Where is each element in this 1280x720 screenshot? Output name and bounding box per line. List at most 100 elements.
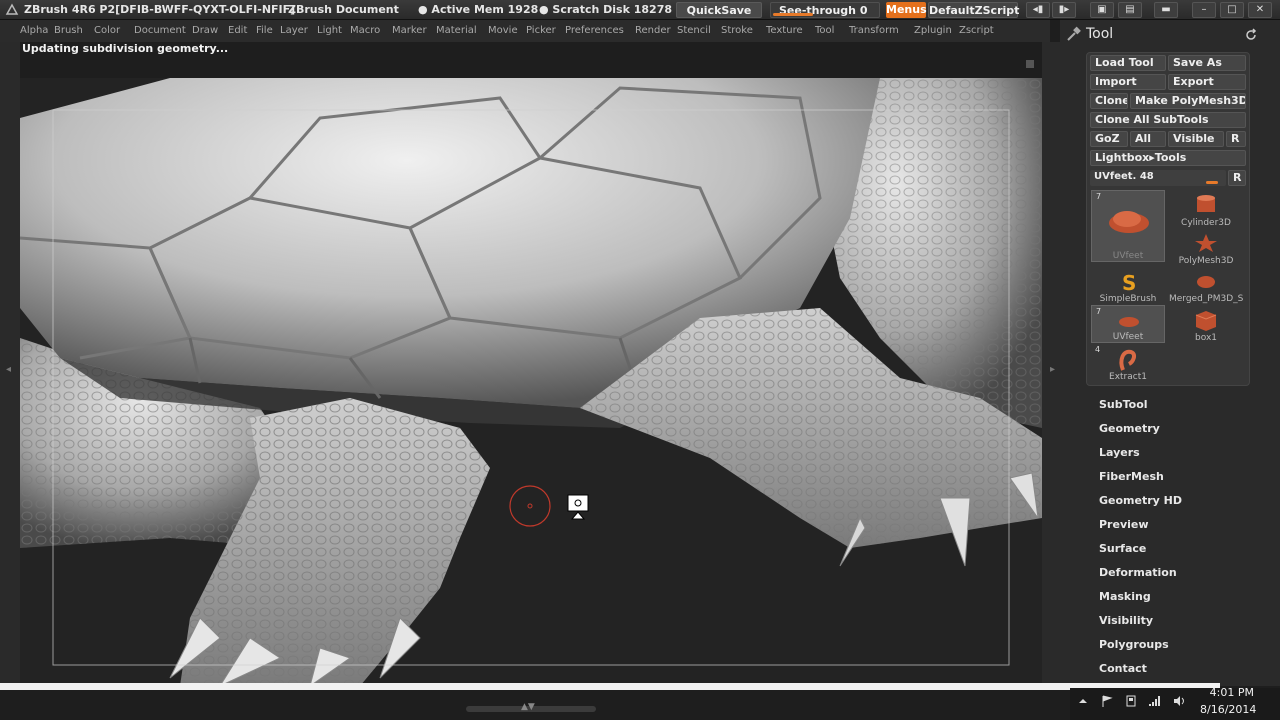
tool-thumb-extract[interactable]: 4 Extract1 (1091, 344, 1165, 382)
left-tray[interactable]: ◂ (0, 42, 20, 686)
subpalette-surface[interactable]: Surface (1099, 542, 1146, 555)
status-indicator (1026, 60, 1034, 68)
right-tray-arrow-icon[interactable]: ▸ (1050, 364, 1055, 375)
goz-r-button[interactable]: R (1226, 131, 1246, 147)
menu-zplugin[interactable]: Zplugin (914, 25, 952, 36)
star-icon (1195, 234, 1217, 252)
import-button[interactable]: Import (1090, 74, 1166, 90)
tool-thumb-uvfeet-2[interactable]: 7 UVfeet (1091, 305, 1165, 343)
menu-light[interactable]: Light (317, 25, 342, 36)
tool-thumb-polymesh[interactable]: PolyMesh3D (1169, 228, 1243, 266)
subpalette-contact[interactable]: Contact (1099, 662, 1147, 675)
goz-visible-button[interactable]: Visible (1168, 131, 1224, 147)
subpalette-preview[interactable]: Preview (1099, 518, 1149, 531)
load-tool-button[interactable]: Load Tool (1090, 55, 1166, 71)
menu-document[interactable]: Document (134, 25, 186, 36)
subpalette-deformation[interactable]: Deformation (1099, 566, 1177, 579)
hammer-icon (1067, 26, 1081, 41)
menu-stencil[interactable]: Stencil (677, 25, 711, 36)
show-hidden-icons-icon[interactable] (1076, 694, 1090, 708)
layout-next-icon[interactable]: ▮▸ (1052, 2, 1076, 18)
menu-transform[interactable]: Transform (849, 25, 899, 36)
left-tray-arrow-icon[interactable]: ◂ (6, 364, 11, 375)
subpalette-masking[interactable]: Masking (1099, 590, 1151, 603)
tool-thumb-uvfeet[interactable]: 7 UVfeet (1091, 190, 1165, 262)
menu-picker[interactable]: Picker (526, 25, 556, 36)
bottom-tray-arrow-icon[interactable]: ▲▼ (521, 702, 535, 712)
window-layout-icon[interactable]: ▣ (1090, 2, 1114, 18)
menu-movie[interactable]: Movie (488, 25, 518, 36)
tool-thumb-merged[interactable]: Merged_PM3D_S (1169, 266, 1243, 304)
flag-icon[interactable] (1100, 694, 1114, 708)
menu-tool[interactable]: Tool (815, 25, 834, 36)
clone-all-subtools-button[interactable]: Clone All SubTools (1090, 112, 1246, 128)
subpalette-polygroups[interactable]: Polygroups (1099, 638, 1169, 651)
menu-file[interactable]: File (256, 25, 273, 36)
menu-marker[interactable]: Marker (392, 25, 427, 36)
tool-size-slider[interactable]: UVfeet. 48 (1090, 170, 1226, 186)
minimize-icon[interactable]: – (1192, 2, 1216, 18)
clock-time[interactable]: 4:01 PM (1208, 686, 1254, 699)
menus-button[interactable]: Menus (886, 2, 927, 18)
default-zscript-button[interactable]: DefaultZScript (928, 2, 1019, 18)
menu-texture[interactable]: Texture (766, 25, 803, 36)
tool-thumb-box[interactable]: box1 (1169, 305, 1243, 343)
menu-render[interactable]: Render (635, 25, 671, 36)
save-as-button[interactable]: Save As (1168, 55, 1246, 71)
menu-macro[interactable]: Macro (350, 25, 380, 36)
subpalette-fibermesh[interactable]: FiberMesh (1099, 470, 1164, 483)
tool-slider-label: UVfeet. 48 (1094, 171, 1154, 182)
tool-thumb-simplebrush[interactable]: S SimpleBrush (1091, 266, 1165, 304)
menu-preferences[interactable]: Preferences (565, 25, 624, 36)
reset-icon[interactable] (1244, 28, 1258, 42)
subpalette-geometry[interactable]: Geometry (1099, 422, 1160, 435)
menu-alpha[interactable]: Alpha (20, 25, 48, 36)
subpalette-geometry-hd[interactable]: Geometry HD (1099, 494, 1182, 507)
menu-bar: Alpha Brush Color Document Draw Edit Fil… (0, 20, 1050, 42)
menu-material[interactable]: Material (436, 25, 477, 36)
thumb-label: Cylinder3D (1181, 218, 1231, 228)
app-title: ZBrush 4R6 P2[DFIB-BWFF-QYXT-OLFI-NFIF] (24, 3, 296, 16)
close-icon[interactable]: ✕ (1248, 2, 1272, 18)
maximize-icon[interactable]: □ (1220, 2, 1244, 18)
menu-brush[interactable]: Brush (54, 25, 83, 36)
thumb-count: 7 (1096, 307, 1102, 316)
tool-thumb-cylinder[interactable]: Cylinder3D (1169, 190, 1243, 228)
subpalette-visibility[interactable]: Visibility (1099, 614, 1153, 627)
thumb-label: Extract1 (1109, 372, 1147, 382)
subpalette-layers[interactable]: Layers (1099, 446, 1140, 459)
turtle-sculpt-render (20, 78, 1042, 686)
tool-slider-knob[interactable] (1206, 181, 1218, 184)
merged-mesh-icon (1197, 276, 1215, 288)
make-polymesh-button[interactable]: Make PolyMesh3D (1130, 93, 1246, 109)
menu-edit[interactable]: Edit (228, 25, 247, 36)
clone-button[interactable]: Clone (1090, 93, 1128, 109)
clock-date[interactable]: 8/16/2014 (1200, 703, 1256, 716)
menu-layer[interactable]: Layer (280, 25, 308, 36)
thumb-label: UVfeet (1112, 251, 1144, 261)
menu-color[interactable]: Color (94, 25, 120, 36)
network-icon[interactable] (1148, 694, 1162, 708)
canvas-viewport[interactable] (20, 78, 1042, 686)
see-through-knob[interactable] (773, 13, 813, 16)
subpalette-subtool[interactable]: SubTool (1099, 398, 1148, 411)
lightbox-tools-button[interactable]: Lightbox▸Tools (1090, 150, 1246, 166)
layout-prev-icon[interactable]: ◂▮ (1026, 2, 1050, 18)
export-button[interactable]: Export (1168, 74, 1246, 90)
device-icon[interactable] (1124, 694, 1138, 708)
menu-zscript[interactable]: Zscript (959, 25, 994, 36)
window-split-icon[interactable]: ▤ (1118, 2, 1142, 18)
tool-palette-title[interactable]: Tool (1086, 26, 1113, 42)
menu-draw[interactable]: Draw (192, 25, 218, 36)
quicksave-button[interactable]: QuickSave (676, 2, 762, 18)
slider-r-button[interactable]: R (1228, 170, 1246, 186)
goz-all-button[interactable]: All (1130, 131, 1166, 147)
volume-icon[interactable] (1172, 694, 1186, 708)
menu-stroke[interactable]: Stroke (721, 25, 753, 36)
simplebrush-icon: S (1122, 271, 1136, 294)
camera-cursor-icon (567, 494, 589, 520)
goz-button[interactable]: GoZ (1090, 131, 1128, 147)
see-through-slider[interactable]: See-through 0 (770, 2, 880, 18)
save-layout-icon[interactable]: ▬ (1154, 2, 1178, 18)
thumb-count: 4 (1095, 345, 1101, 354)
